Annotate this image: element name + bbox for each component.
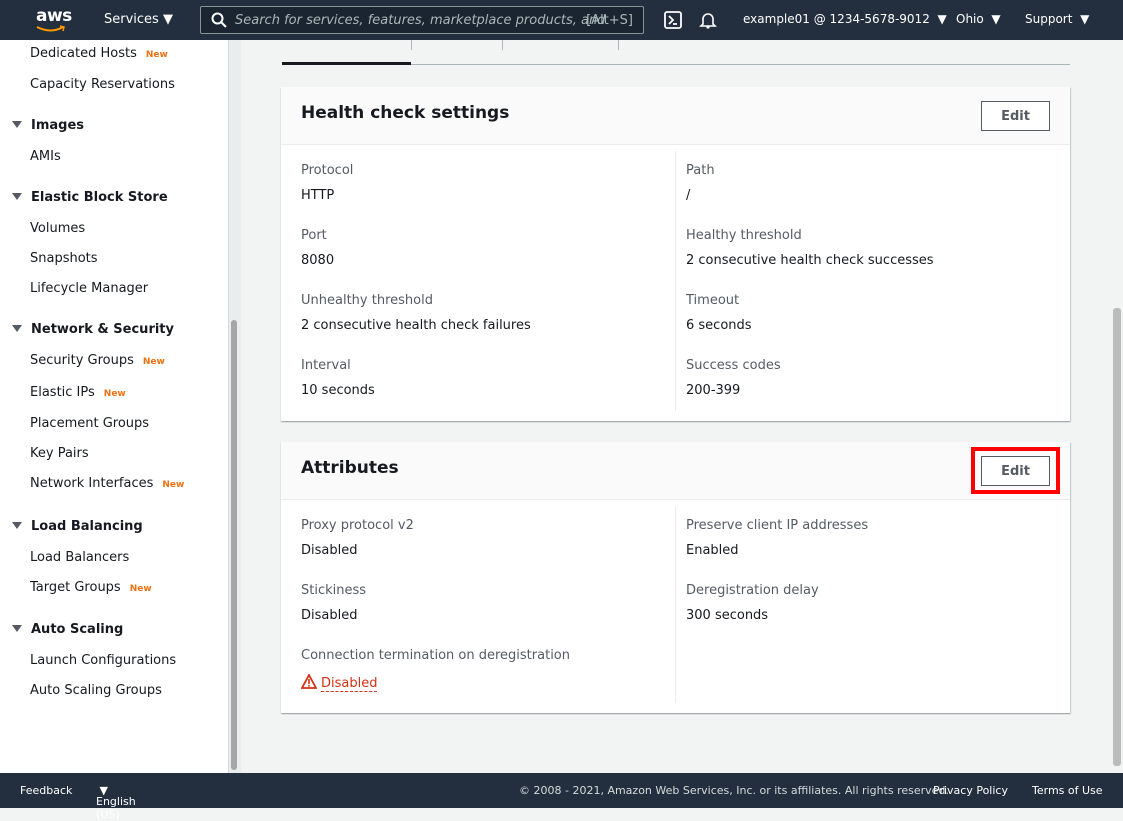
privacy-link[interactable]: Privacy Policy bbox=[933, 784, 1008, 797]
copyright: © 2008 - 2021, Amazon Web Services, Inc.… bbox=[519, 784, 949, 797]
tab-divider bbox=[502, 40, 503, 50]
field-label: Connection termination on deregistration bbox=[301, 648, 570, 663]
region-menu[interactable]: Ohio ▼ bbox=[956, 12, 1001, 26]
field-label: Timeout bbox=[686, 293, 740, 308]
panel-title: Health check settings bbox=[301, 103, 510, 123]
bell-icon[interactable] bbox=[699, 11, 717, 29]
sidebar-item[interactable]: Load Balancers bbox=[30, 550, 129, 565]
footer: Feedback English (US) ▼ © 2008 - 2021, A… bbox=[0, 773, 1123, 821]
sidebar-item[interactable]: Target Groups New bbox=[30, 580, 152, 595]
field-label: Preserve client IP addresses bbox=[686, 518, 869, 533]
field-value: 2 consecutive health check failures bbox=[301, 318, 531, 333]
sidebar-item[interactable]: Elastic IPs New bbox=[30, 385, 126, 400]
caret-down-icon: ▼ bbox=[991, 12, 1001, 26]
sidebar-item[interactable]: Network Interfaces New bbox=[30, 476, 184, 491]
caret-down-icon: ▼ bbox=[162, 12, 173, 27]
field-label: Port bbox=[301, 228, 327, 243]
terms-link[interactable]: Terms of Use bbox=[1032, 784, 1103, 797]
sidebar-item[interactable]: Snapshots bbox=[30, 251, 98, 266]
sidebar-item[interactable]: Launch Configurations bbox=[30, 653, 176, 668]
column-divider bbox=[675, 151, 676, 411]
smile-icon bbox=[36, 25, 65, 32]
warning-icon bbox=[300, 673, 318, 689]
sidebar-group-header[interactable]: Network & Security bbox=[12, 322, 174, 337]
field-label: Protocol bbox=[301, 163, 354, 178]
sidebar-item[interactable]: Capacity Reservations bbox=[30, 77, 175, 92]
field-label: Success codes bbox=[686, 358, 781, 373]
services-menu[interactable]: Services ▼ bbox=[104, 12, 173, 27]
field-value: Disabled bbox=[300, 673, 378, 692]
new-badge: New bbox=[129, 584, 152, 594]
panel-title: Attributes bbox=[301, 458, 399, 478]
sidebar-item[interactable]: Placement Groups bbox=[30, 416, 149, 431]
caret-down-icon: ▼ bbox=[937, 12, 947, 26]
sidebar-group-header[interactable]: Auto Scaling bbox=[12, 622, 123, 637]
new-badge: New bbox=[162, 480, 185, 490]
main-scrollbar[interactable] bbox=[1110, 40, 1123, 773]
aws-logo[interactable]: aws bbox=[36, 6, 72, 32]
top-nav: aws Services ▼ Search for services, feat… bbox=[0, 0, 1123, 40]
field-label: Stickiness bbox=[301, 583, 367, 598]
sidebar-item[interactable]: Key Pairs bbox=[30, 446, 89, 461]
sidebar-group-header[interactable]: Images bbox=[12, 118, 84, 133]
sidebar-item[interactable]: Volumes bbox=[30, 221, 85, 236]
column-divider bbox=[675, 506, 676, 703]
field-label: Unhealthy threshold bbox=[301, 293, 433, 308]
sidebar-item[interactable]: Dedicated Hosts New bbox=[30, 46, 168, 61]
sidebar: Dedicated Hosts New Capacity Reservations I… bbox=[0, 40, 228, 773]
field-value: 200-399 bbox=[686, 383, 741, 398]
health-check-panel: Health check settings Edit Protocol HTTP P… bbox=[281, 87, 1070, 421]
sidebar-item[interactable]: AMIs bbox=[30, 149, 61, 164]
field-value: Disabled bbox=[301, 543, 358, 558]
field-label: Deregistration delay bbox=[686, 583, 819, 598]
sidebar-group-header[interactable]: Elastic Block Store bbox=[12, 190, 168, 205]
sidebar-item[interactable]: Security Groups New bbox=[30, 353, 165, 368]
sidebar-group-header[interactable]: Load Balancing bbox=[12, 519, 143, 534]
scrollbar-thumb[interactable] bbox=[231, 320, 237, 770]
field-label: Healthy threshold bbox=[686, 228, 802, 243]
caret-down-icon: ▼ bbox=[1080, 12, 1090, 26]
sidebar-scrollbar[interactable] bbox=[228, 40, 241, 773]
new-badge: New bbox=[103, 389, 126, 399]
tab-divider bbox=[618, 40, 619, 50]
feedback-link[interactable]: Feedback bbox=[20, 784, 72, 797]
scrollbar-thumb[interactable] bbox=[1113, 308, 1121, 766]
search-input[interactable]: Search for services, features, marketpla… bbox=[200, 6, 644, 34]
field-value: / bbox=[686, 188, 691, 203]
sidebar-item[interactable]: Auto Scaling Groups bbox=[30, 683, 162, 698]
field-value: 8080 bbox=[301, 253, 335, 268]
search-icon bbox=[211, 12, 227, 28]
field-label: Interval bbox=[301, 358, 351, 373]
field-value: 300 seconds bbox=[686, 608, 769, 623]
attributes-panel: Attributes Edit Proxy protocol v2 Disable… bbox=[281, 442, 1070, 713]
field-value: Enabled bbox=[686, 543, 739, 558]
account-menu[interactable]: example01 @ 1234-5678-9012 ▼ bbox=[743, 12, 947, 26]
search-shortcut: [Alt+S] bbox=[586, 13, 633, 28]
tab-selected-indicator[interactable] bbox=[282, 62, 411, 65]
warning-value-link[interactable]: Disabled bbox=[321, 676, 378, 692]
support-menu[interactable]: Support ▼ bbox=[1025, 12, 1089, 26]
field-value: Disabled bbox=[301, 608, 358, 623]
tab-divider bbox=[411, 40, 412, 50]
new-badge: New bbox=[142, 357, 165, 367]
field-label: Path bbox=[686, 163, 715, 178]
field-value: 6 seconds bbox=[686, 318, 752, 333]
sidebar-item[interactable]: Lifecycle Manager bbox=[30, 281, 148, 296]
field-value: HTTP bbox=[301, 188, 335, 203]
edit-health-check-button[interactable]: Edit bbox=[981, 101, 1050, 131]
field-value: 2 consecutive health check successes bbox=[686, 253, 934, 268]
cloudshell-icon[interactable] bbox=[664, 11, 682, 29]
field-label: Proxy protocol v2 bbox=[301, 518, 414, 533]
field-value: 10 seconds bbox=[301, 383, 375, 398]
language-selector[interactable]: English (US) ▼ bbox=[96, 784, 136, 821]
new-badge: New bbox=[145, 50, 168, 60]
highlight-box bbox=[971, 447, 1060, 494]
